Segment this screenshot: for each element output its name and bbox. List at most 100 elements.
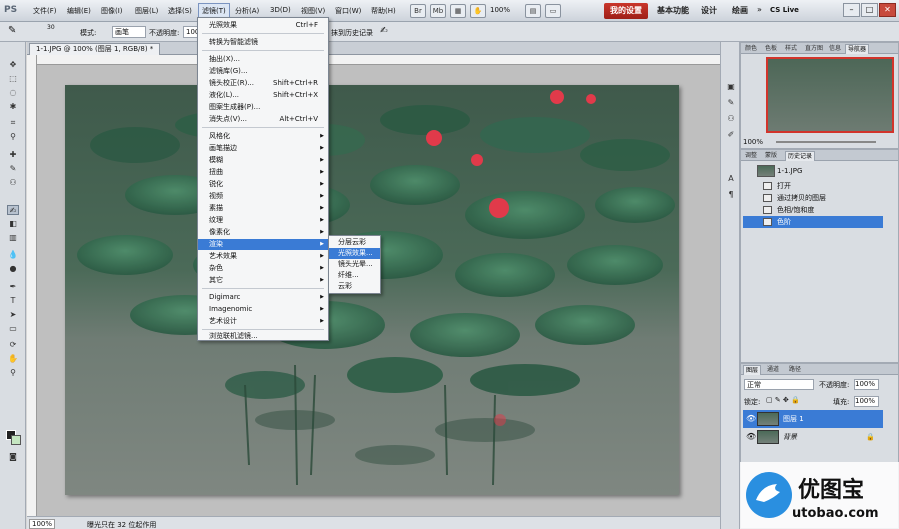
- mode-select[interactable]: 画笔: [112, 26, 146, 38]
- history-brush-icon[interactable]: ✎: [8, 25, 16, 36]
- menu-item-artistic[interactable]: 艺术效果 ▶: [198, 251, 328, 262]
- workspace-more-icon[interactable]: »: [757, 5, 762, 14]
- menu-view[interactable]: 视图(V): [301, 6, 325, 16]
- menu-item-extract[interactable]: 抽出(X)...: [198, 54, 328, 65]
- tab-layers[interactable]: 图层: [743, 365, 762, 375]
- menu-item-render[interactable]: 渲染 ▶: [198, 239, 328, 250]
- workspace-painting[interactable]: 绘画: [726, 3, 754, 19]
- menu-item-art-design[interactable]: 艺术设计 ▶: [198, 316, 328, 327]
- history-step-levels[interactable]: 色阶: [743, 216, 883, 228]
- menu-item-last-filter[interactable]: 光照效果 Ctrl+F: [198, 20, 328, 31]
- minibridge-icon[interactable]: Mb: [430, 4, 446, 18]
- eyedropper-icon[interactable]: ⚲: [7, 132, 19, 142]
- submenu-item-clouds[interactable]: 云彩: [329, 281, 380, 292]
- lock-icons[interactable]: ▢ ✎ ✥ 🔒: [766, 396, 800, 404]
- tab-color[interactable]: 颜色: [743, 44, 759, 54]
- tab-masks[interactable]: 蒙版: [763, 151, 779, 161]
- eraser-tool-icon[interactable]: ◧: [7, 219, 19, 229]
- history-step-open[interactable]: 打开: [743, 180, 883, 192]
- menu-item-smart-filter[interactable]: 转换为智能滤镜: [198, 37, 328, 48]
- quick-select-icon[interactable]: ✱: [7, 102, 19, 112]
- menu-item-blur[interactable]: 模糊 ▶: [198, 155, 328, 166]
- navigator-thumbnail[interactable]: [766, 57, 894, 133]
- workspace-my-settings[interactable]: 我的设置: [604, 3, 648, 19]
- zoom-tool-icon[interactable]: ⚲: [7, 368, 19, 378]
- cs-live-button[interactable]: CS Live: [770, 6, 799, 14]
- menu-item-imagenomic[interactable]: Imagenomic ▶: [198, 304, 328, 315]
- tab-navigator[interactable]: 导航器: [845, 44, 870, 54]
- navigator-zoom[interactable]: 100%: [743, 138, 763, 146]
- background-color[interactable]: [11, 435, 21, 445]
- menu-window[interactable]: 窗口(W): [335, 6, 361, 16]
- tab-adjustments[interactable]: 调整: [743, 151, 759, 161]
- tab-styles[interactable]: 样式: [783, 44, 799, 54]
- paragraph-panel-icon[interactable]: ¶: [725, 190, 737, 200]
- blur-tool-icon[interactable]: 💧: [7, 250, 19, 260]
- pressure-icon[interactable]: ✍: [380, 26, 388, 36]
- opacity-field[interactable]: 100: [183, 26, 199, 38]
- hand-tool-icon[interactable]: ✋: [7, 354, 19, 364]
- character-panel-icon[interactable]: A: [725, 174, 737, 184]
- tab-histogram[interactable]: 直方图: [803, 44, 825, 54]
- clone-source-icon[interactable]: ⚇: [725, 114, 737, 124]
- history-snapshot[interactable]: 1-1.JPG: [743, 163, 883, 179]
- canvas-area[interactable]: [37, 65, 739, 516]
- menu-item-browse-online[interactable]: 浏览联机滤镜...: [198, 331, 328, 342]
- submenu-item-difference-clouds[interactable]: 分层云彩: [329, 237, 380, 248]
- tool-preset-icon[interactable]: ✎: [725, 98, 737, 108]
- clone-stamp-icon[interactable]: ⚇: [7, 178, 19, 188]
- menu-select[interactable]: 选择(S): [168, 6, 192, 16]
- menu-image[interactable]: 图像(I): [101, 6, 123, 16]
- navigator-zoom-slider[interactable]: [776, 141, 876, 143]
- menu-item-vanishing-point[interactable]: 消失点(V)... Alt+Ctrl+V: [198, 114, 328, 125]
- hand-icon[interactable]: ✋: [470, 4, 486, 18]
- erase-history-label[interactable]: 抹到历史记录: [331, 28, 373, 38]
- history-brush-tool-icon[interactable]: ✍: [7, 205, 19, 215]
- menu-item-distort[interactable]: 扭曲 ▶: [198, 167, 328, 178]
- menu-item-sketch[interactable]: 素描 ▶: [198, 203, 328, 214]
- blend-mode-select[interactable]: 正常: [744, 379, 814, 390]
- tab-history[interactable]: 历史记录: [785, 151, 816, 161]
- menu-item-sharpen[interactable]: 锐化 ▶: [198, 179, 328, 190]
- healing-brush-icon[interactable]: ✚: [7, 150, 19, 160]
- submenu-item-lighting-effects[interactable]: 光照效果...: [329, 248, 380, 259]
- screen-mode-icon[interactable]: ▭: [545, 4, 561, 18]
- visibility-eye-icon[interactable]: 👁: [746, 428, 756, 446]
- zoom-level[interactable]: 100%: [490, 6, 510, 14]
- menu-edit[interactable]: 编辑(E): [67, 6, 91, 16]
- visibility-eye-icon[interactable]: 👁: [746, 410, 756, 428]
- menu-item-liquify[interactable]: 液化(L)... Shift+Ctrl+X: [198, 90, 328, 101]
- arrange-icon[interactable]: ▤: [525, 4, 541, 18]
- pen-tool-icon[interactable]: ✒: [7, 282, 19, 292]
- layer-row-background[interactable]: 👁 背景 🔒: [743, 428, 883, 446]
- dodge-tool-icon[interactable]: ●: [7, 264, 19, 274]
- menu-item-stylize[interactable]: 风格化 ▶: [198, 131, 328, 142]
- layer-row-layer1[interactable]: 👁 图层 1: [743, 410, 883, 428]
- submenu-item-lens-flare[interactable]: 镜头光晕...: [329, 259, 380, 270]
- bridge-icon[interactable]: Br: [410, 4, 426, 18]
- document-tab[interactable]: 1-1.JPG @ 100% (图层 1, RGB/8) *: [29, 43, 161, 55]
- status-zoom[interactable]: 100%: [29, 519, 56, 529]
- menu-layer[interactable]: 图层(L): [135, 6, 158, 16]
- menu-item-brush-strokes[interactable]: 画笔描边 ▶: [198, 143, 328, 154]
- fill-field[interactable]: 100%: [854, 396, 879, 407]
- minimize-icon[interactable]: –: [843, 3, 860, 17]
- menu-item-lens-correction[interactable]: 镜头校正(R)... Shift+Ctrl+R: [198, 78, 328, 89]
- 3d-rotate-icon[interactable]: ⟳: [7, 340, 19, 350]
- tab-paths[interactable]: 路径: [787, 365, 803, 375]
- lasso-tool-icon[interactable]: ◌: [7, 88, 19, 98]
- menu-3d[interactable]: 3D(D): [270, 6, 291, 14]
- menu-help[interactable]: 帮助(H): [371, 6, 396, 16]
- menu-item-other[interactable]: 其它 ▶: [198, 275, 328, 286]
- grid-icon[interactable]: ▦: [450, 4, 466, 18]
- type-tool-icon[interactable]: T: [7, 296, 19, 306]
- menu-analysis[interactable]: 分析(A): [235, 6, 259, 16]
- path-select-icon[interactable]: ➤: [7, 310, 19, 320]
- brush-panel-icon[interactable]: ✐: [725, 130, 737, 140]
- mini-bridge-icon[interactable]: ▣: [725, 82, 737, 92]
- submenu-item-fibers[interactable]: 纤维...: [329, 270, 380, 281]
- workspace-essentials[interactable]: 基本功能: [651, 3, 695, 19]
- tab-info[interactable]: 信息: [827, 44, 843, 54]
- menu-item-digimarc[interactable]: Digimarc ▶: [198, 292, 328, 303]
- maximize-icon[interactable]: □: [861, 3, 878, 17]
